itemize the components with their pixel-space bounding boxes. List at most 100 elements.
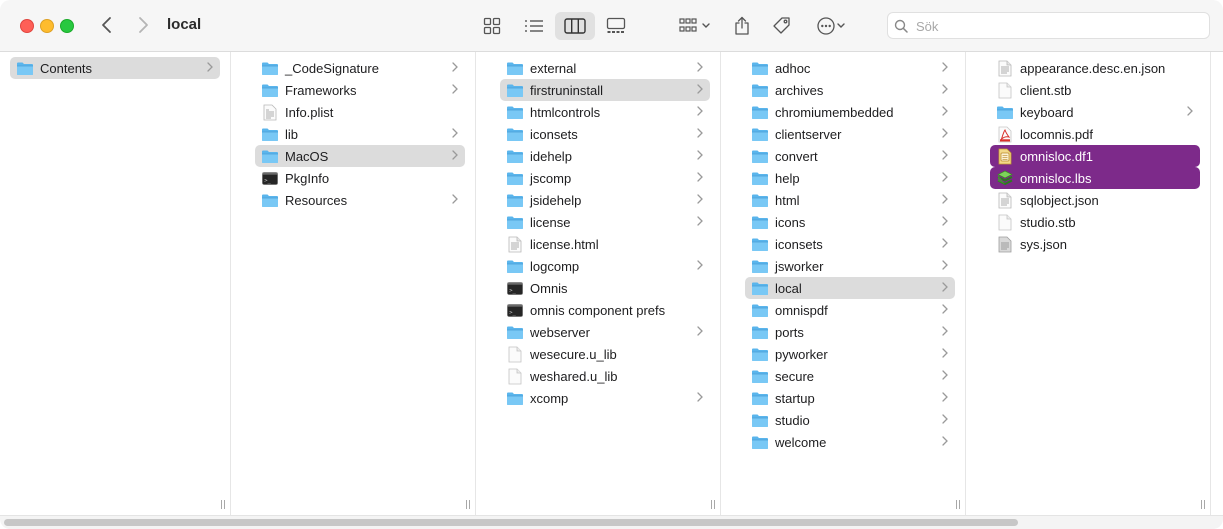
file-row-weshared-u-lib[interactable]: weshared.u_lib — [500, 365, 710, 387]
file-row-htmlcontrols[interactable]: htmlcontrols — [500, 101, 710, 123]
column-resize-handle[interactable] — [465, 500, 471, 512]
chevron-down-icon — [702, 23, 710, 28]
tags-button[interactable] — [770, 12, 794, 40]
file-row-appearance-desc-en-json[interactable]: appearance.desc.en.json — [990, 57, 1200, 79]
gallery-view-button[interactable] — [602, 12, 630, 40]
folder-icon — [506, 214, 524, 230]
file-row-sys-json[interactable]: sys.json — [990, 233, 1200, 255]
column-view-button[interactable] — [555, 12, 595, 40]
file-row-lib[interactable]: lib — [255, 123, 465, 145]
list-view-button[interactable] — [520, 12, 548, 40]
column-1[interactable]: Contents — [0, 52, 231, 515]
file-row-client-stb[interactable]: client.stb — [990, 79, 1200, 101]
file-row-local[interactable]: local — [745, 277, 955, 299]
column-resize-handle[interactable] — [955, 500, 961, 512]
search-field[interactable] — [887, 12, 1210, 39]
chevron-right-icon — [941, 325, 949, 340]
file-row-omnisloc-df1[interactable]: omnisloc.df1 — [990, 145, 1200, 167]
file-row-contents[interactable]: Contents — [10, 57, 220, 79]
search-input[interactable] — [914, 15, 1198, 37]
file-name: external — [530, 60, 577, 76]
column-resize-handle[interactable] — [710, 500, 716, 512]
group-button[interactable] — [675, 12, 715, 40]
file-row-pkginfo[interactable]: >_ PkgInfo — [255, 167, 465, 189]
minimize-window-button[interactable] — [40, 19, 54, 33]
file-row-firstruninstall[interactable]: firstruninstall — [500, 79, 710, 101]
file-row-secure[interactable]: secure — [745, 365, 955, 387]
icon-view-button[interactable] — [478, 12, 506, 40]
scrollbar-thumb[interactable] — [4, 519, 1018, 526]
file-row-sqlobject-json[interactable]: sqlobject.json — [990, 189, 1200, 211]
file-row-wesecure-u-lib[interactable]: wesecure.u_lib — [500, 343, 710, 365]
file-row-omnisloc-lbs[interactable]: omnisloc.lbs — [990, 167, 1200, 189]
folder-icon — [751, 82, 769, 98]
file-name: locomnis.pdf — [1020, 126, 1093, 142]
file-row-resources[interactable]: Resources — [255, 189, 465, 211]
share-button[interactable] — [730, 12, 754, 40]
file-row-chromiumembedded[interactable]: chromiumembedded — [745, 101, 955, 123]
file-row-archives[interactable]: archives — [745, 79, 955, 101]
file-row-iconsets[interactable]: iconsets — [500, 123, 710, 145]
file-row-ports[interactable]: ports — [745, 321, 955, 343]
file-row-locomnis-pdf[interactable]: locomnis.pdf — [990, 123, 1200, 145]
file-row-idehelp[interactable]: idehelp — [500, 145, 710, 167]
file-name: license.html — [530, 236, 599, 252]
file-row-macos[interactable]: MacOS — [255, 145, 465, 167]
file-row-adhoc[interactable]: adhoc — [745, 57, 955, 79]
file-row-pyworker[interactable]: pyworker — [745, 343, 955, 365]
file-row-jscomp[interactable]: jscomp — [500, 167, 710, 189]
folder-icon — [751, 192, 769, 208]
folder-icon — [261, 148, 279, 164]
file-row-info-plist[interactable]: Info.plist — [255, 101, 465, 123]
file-row-codesignature[interactable]: _CodeSignature — [255, 57, 465, 79]
window-title: local — [167, 16, 202, 33]
file-row-jsidehelp[interactable]: jsidehelp — [500, 189, 710, 211]
folder-icon — [751, 126, 769, 142]
file-row-icons[interactable]: icons — [745, 211, 955, 233]
column-2[interactable]: _CodeSignature Frameworks Info.plist lib Mac… — [245, 52, 476, 515]
file-row-omnispdf[interactable]: omnispdf — [745, 299, 955, 321]
file-row-welcome[interactable]: welcome — [745, 431, 955, 453]
file-name: pyworker — [775, 346, 828, 362]
chevron-right-icon — [696, 61, 704, 76]
folder-icon — [751, 412, 769, 428]
file-row-frameworks[interactable]: Frameworks — [255, 79, 465, 101]
file-row-xcomp[interactable]: xcomp — [500, 387, 710, 409]
file-row-studio-stb[interactable]: studio.stb — [990, 211, 1200, 233]
forward-button[interactable] — [131, 13, 155, 37]
file-row-keyboard[interactable]: keyboard — [990, 101, 1200, 123]
column-resize-handle[interactable] — [1200, 500, 1206, 512]
file-row-convert[interactable]: convert — [745, 145, 955, 167]
pdf-icon — [996, 126, 1014, 142]
zoom-window-button[interactable] — [60, 19, 74, 33]
file-row-omnis[interactable]: >_ Omnis — [500, 277, 710, 299]
file-row-html[interactable]: html — [745, 189, 955, 211]
chevron-right-icon — [941, 193, 949, 208]
horizontal-scrollbar[interactable] — [0, 515, 1223, 529]
file-row-webserver[interactable]: webserver — [500, 321, 710, 343]
chevron-right-icon — [451, 83, 459, 98]
file-row-iconsets[interactable]: iconsets — [745, 233, 955, 255]
back-button[interactable] — [95, 13, 119, 37]
column-4[interactable]: adhoc archives chromiumembedded clientserve… — [735, 52, 966, 515]
file-row-help[interactable]: help — [745, 167, 955, 189]
file-row-license-html[interactable]: license.html — [500, 233, 710, 255]
chevron-right-icon — [696, 391, 704, 406]
chevron-right-icon — [696, 215, 704, 230]
folder-icon — [751, 434, 769, 450]
file-row-logcomp[interactable]: logcomp — [500, 255, 710, 277]
column-resize-handle[interactable] — [220, 500, 226, 512]
file-row-jsworker[interactable]: jsworker — [745, 255, 955, 277]
file-row-external[interactable]: external — [500, 57, 710, 79]
action-button[interactable] — [811, 12, 851, 40]
file-row-clientserver[interactable]: clientserver — [745, 123, 955, 145]
file-row-studio[interactable]: studio — [745, 409, 955, 431]
close-window-button[interactable] — [20, 19, 34, 33]
file-row-license[interactable]: license — [500, 211, 710, 233]
column-5[interactable]: appearance.desc.en.json client.stb keyboar… — [980, 52, 1211, 515]
file-row-startup[interactable]: startup — [745, 387, 955, 409]
chevron-right-icon — [451, 127, 459, 142]
file-row-omnis-component-prefs[interactable]: >_ omnis component prefs — [500, 299, 710, 321]
chevron-right-icon — [941, 171, 949, 186]
column-3[interactable]: external firstruninstall htmlcontrols icons… — [490, 52, 721, 515]
